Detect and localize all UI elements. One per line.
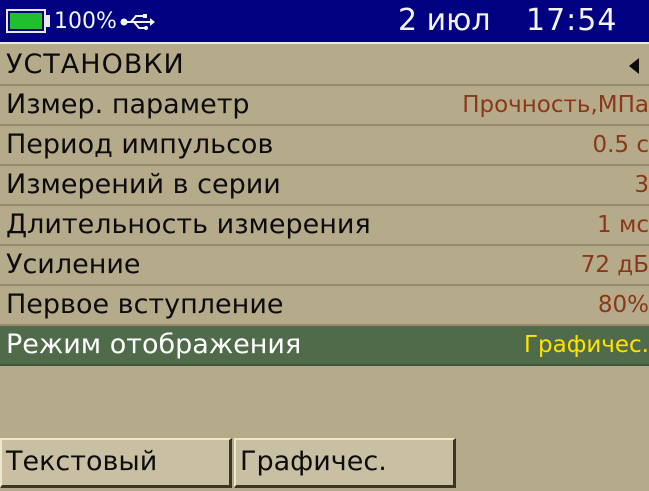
menu-item-label: Период импульсов	[6, 129, 274, 160]
menu-header: УСТАНОВКИ	[0, 46, 649, 86]
battery-icon	[6, 9, 46, 33]
menu-item-label: Усиление	[6, 249, 141, 280]
option-graphic-button[interactable]: Графичес.	[234, 438, 456, 488]
device-screen: 100% 2 июл 17:54 УСТАНОВКИ Измер. параме…	[0, 0, 649, 491]
status-time: 17:54	[526, 3, 618, 38]
menu-item-value: 72 дБ	[580, 252, 649, 278]
menu-item-gain[interactable]: Усиление 72 дБ	[0, 246, 649, 286]
battery-percent: 100%	[54, 9, 117, 34]
menu-item-label: Измер. параметр	[6, 89, 250, 120]
menu-item-label: Измерений в серии	[6, 169, 281, 200]
options-bar: Текстовый Графичес.	[0, 366, 649, 491]
menu-item-value: Прочность,МПа	[462, 92, 649, 118]
usb-icon	[120, 14, 155, 30]
battery-tip	[46, 15, 50, 27]
menu-item-label: Первое вступление	[6, 289, 284, 320]
menu-item-series-count[interactable]: Измерений в серии 3	[0, 166, 649, 206]
option-text-button[interactable]: Текстовый	[0, 438, 232, 488]
menu-item-measurement-duration[interactable]: Длительность измерения 1 мс	[0, 206, 649, 246]
menu-item-label: Режим отображения	[6, 329, 302, 360]
menu-item-value: 3	[634, 172, 649, 198]
menu-item-first-arrival[interactable]: Первое вступление 80%	[0, 286, 649, 326]
back-arrow-icon[interactable]	[629, 58, 639, 74]
battery-fill	[10, 13, 42, 29]
menu-item-value: 0.5 с	[592, 132, 649, 158]
status-date: 2 июл	[398, 3, 491, 38]
menu-item-value: 80%	[597, 292, 649, 318]
menu-item-value: Графичес.	[523, 332, 649, 358]
menu-item-label: Длительность измерения	[6, 209, 371, 240]
menu-item-display-mode-selected[interactable]: Режим отображения Графичес.	[0, 326, 649, 366]
menu-title: УСТАНОВКИ	[6, 49, 185, 80]
menu-item-value: 1 мс	[597, 212, 649, 238]
menu-item-pulse-period[interactable]: Период импульсов 0.5 с	[0, 126, 649, 166]
menu-item-measured-parameter[interactable]: Измер. параметр Прочность,МПа	[0, 86, 649, 126]
status-bar: 100% 2 июл 17:54	[0, 0, 649, 44]
